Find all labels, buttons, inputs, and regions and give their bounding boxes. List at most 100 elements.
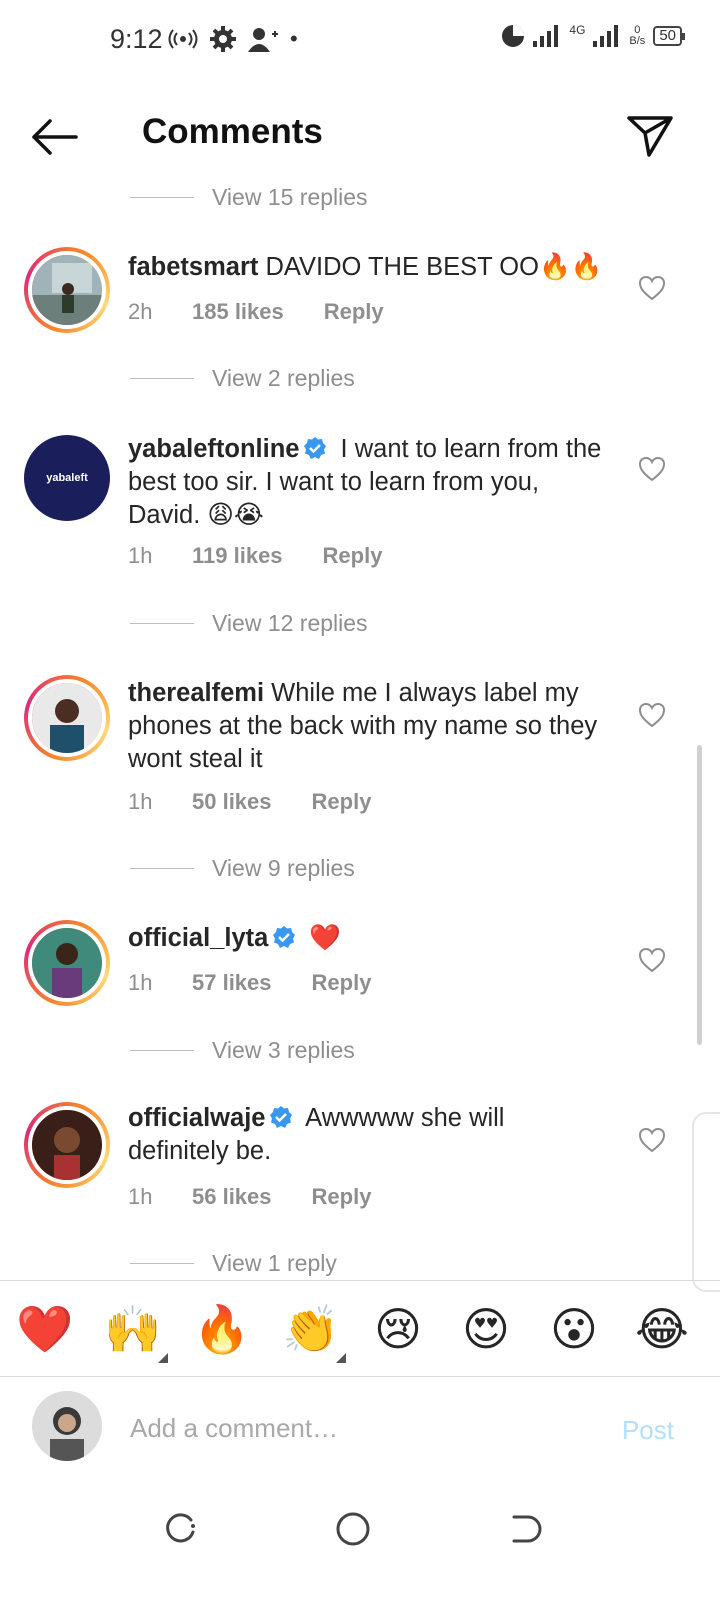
quick-emoji-bar: ❤️ 🙌 🔥 👏 😢 😍 😮 😂 bbox=[0, 1280, 720, 1376]
emoji-clap-button[interactable]: 👏 bbox=[282, 1301, 346, 1363]
comment-likes[interactable]: 56 likes bbox=[192, 1184, 272, 1210]
divider-line bbox=[130, 378, 194, 379]
reply-button[interactable]: Reply bbox=[323, 543, 383, 569]
avatar[interactable] bbox=[24, 675, 110, 761]
comment-username[interactable]: yabaleftonline bbox=[128, 435, 299, 463]
avatar[interactable] bbox=[24, 247, 110, 333]
avatar[interactable] bbox=[24, 920, 110, 1006]
comment-input[interactable] bbox=[130, 1407, 570, 1449]
view-replies-label: View 9 replies bbox=[212, 855, 355, 881]
comment-time: 1h bbox=[128, 789, 153, 814]
like-heart-icon[interactable] bbox=[638, 455, 666, 483]
view-replies-label: View 12 replies bbox=[212, 610, 368, 636]
recents-icon bbox=[166, 1513, 195, 1543]
comment-meta: 1h 119 likes Reply bbox=[128, 543, 382, 569]
comment-text-block: official_lyta ❤️ bbox=[128, 922, 608, 955]
avatar-photo bbox=[28, 1106, 106, 1184]
avatar-photo bbox=[28, 251, 106, 329]
emoji-laughing-button[interactable]: 😂 bbox=[634, 1301, 690, 1357]
comment-username[interactable]: officialwaje bbox=[128, 1104, 265, 1132]
view-replies-button[interactable]: View 12 replies bbox=[130, 610, 368, 637]
home-circle-icon bbox=[336, 1512, 370, 1546]
status-icons-right: 4G 0 B/s 50 bbox=[501, 22, 685, 48]
verified-badge-icon bbox=[270, 1106, 293, 1128]
skin-tone-indicator-icon bbox=[336, 1353, 346, 1363]
reply-button[interactable]: Reply bbox=[312, 970, 372, 996]
like-heart-icon[interactable] bbox=[638, 274, 666, 302]
view-replies-label: View 15 replies bbox=[212, 184, 368, 210]
signal-icon-2 bbox=[593, 25, 619, 47]
divider-line bbox=[130, 623, 194, 624]
view-replies-label: View 2 replies bbox=[212, 365, 355, 391]
status-time: 9:12 bbox=[110, 24, 163, 54]
comments-list[interactable]: View 15 replies fabetsmart DAVIDO THE BE… bbox=[0, 175, 720, 1280]
recents-button[interactable] bbox=[155, 1504, 205, 1554]
settings-gear-icon bbox=[210, 26, 236, 52]
comment-text: DAVIDO THE BEST OO🔥🔥 bbox=[265, 253, 603, 281]
comments-header: Comments bbox=[0, 100, 720, 170]
signal-icon bbox=[533, 25, 559, 47]
verified-badge-icon bbox=[304, 437, 327, 459]
network-type: 4G bbox=[569, 22, 586, 37]
notification-dot-icon: • bbox=[290, 26, 298, 51]
like-heart-icon[interactable] bbox=[638, 946, 666, 974]
side-edge-handle[interactable] bbox=[692, 1112, 720, 1292]
skin-tone-indicator-icon bbox=[158, 1353, 168, 1363]
status-bar: 9:12 • 4G 0 B/s 50 bbox=[0, 0, 720, 80]
avatar-photo bbox=[28, 679, 106, 757]
comment-composer: Post bbox=[0, 1376, 720, 1480]
emoji-heart-eyes-button[interactable]: 😍 bbox=[458, 1301, 514, 1357]
reply-button[interactable]: Reply bbox=[324, 299, 384, 325]
back-nav-icon bbox=[512, 1515, 542, 1543]
emoji-fire-button[interactable]: 🔥 bbox=[193, 1301, 250, 1357]
emoji-heart-button[interactable]: ❤️ bbox=[16, 1301, 73, 1357]
emoji-raising-hands-button[interactable]: 🙌 bbox=[104, 1301, 168, 1363]
reply-button[interactable]: Reply bbox=[312, 789, 372, 815]
comment-likes[interactable]: 119 likes bbox=[192, 543, 283, 569]
view-replies-label: View 1 reply bbox=[212, 1250, 337, 1276]
scrollbar[interactable] bbox=[697, 745, 702, 1045]
user-add-icon bbox=[248, 28, 278, 52]
back-button[interactable] bbox=[26, 112, 82, 162]
arrow-left-icon bbox=[32, 119, 78, 155]
comment-text-block: therealfemi While me I always label my p… bbox=[128, 677, 608, 776]
divider-line bbox=[130, 1263, 194, 1264]
view-replies-button[interactable]: View 15 replies bbox=[130, 184, 368, 211]
comment-username[interactable]: official_lyta bbox=[128, 924, 268, 952]
reply-button[interactable]: Reply bbox=[312, 1184, 372, 1210]
status-icons-left: • bbox=[168, 26, 298, 52]
emoji-clap: 👏 bbox=[282, 1303, 340, 1355]
data-usage-icon bbox=[502, 25, 525, 47]
view-replies-button[interactable]: View 1 reply bbox=[130, 1250, 337, 1277]
post-button[interactable]: Post bbox=[622, 1415, 674, 1446]
comment-time: 2h bbox=[128, 299, 153, 324]
comment-text-block: fabetsmart DAVIDO THE BEST OO🔥🔥 bbox=[128, 251, 608, 284]
like-heart-icon[interactable] bbox=[638, 1126, 666, 1154]
view-replies-button[interactable]: View 9 replies bbox=[130, 855, 355, 882]
emoji-crying-button[interactable]: 😢 bbox=[370, 1301, 426, 1357]
comment-text: ❤️ bbox=[309, 924, 342, 952]
verified-badge-icon bbox=[273, 926, 296, 948]
home-button[interactable] bbox=[328, 1504, 378, 1554]
page-title: Comments bbox=[142, 112, 323, 151]
like-heart-icon[interactable] bbox=[638, 701, 666, 729]
share-button[interactable] bbox=[622, 108, 678, 164]
comment-likes[interactable]: 185 likes bbox=[192, 299, 284, 325]
back-nav-button[interactable] bbox=[500, 1504, 550, 1554]
hotspot-icon bbox=[168, 29, 198, 49]
comment-username[interactable]: therealfemi bbox=[128, 679, 264, 707]
view-replies-button[interactable]: View 3 replies bbox=[130, 1037, 355, 1064]
paper-plane-icon bbox=[627, 116, 673, 157]
emoji-surprised-button[interactable]: 😮 bbox=[546, 1301, 602, 1357]
comment-likes[interactable]: 50 likes bbox=[192, 789, 272, 815]
view-replies-button[interactable]: View 2 replies bbox=[130, 365, 355, 392]
comment-text-block: officialwaje Awwwww she will definitely … bbox=[128, 1102, 608, 1168]
comment-likes[interactable]: 57 likes bbox=[192, 970, 272, 996]
my-avatar bbox=[32, 1391, 102, 1461]
divider-line bbox=[130, 1050, 194, 1051]
comment-text-block: yabaleftonline I want to learn from the … bbox=[128, 433, 608, 532]
avatar[interactable] bbox=[24, 1102, 110, 1188]
avatar[interactable]: yabaleft bbox=[24, 435, 110, 521]
comment-username[interactable]: fabetsmart bbox=[128, 253, 258, 281]
avatar-photo bbox=[28, 924, 106, 1002]
